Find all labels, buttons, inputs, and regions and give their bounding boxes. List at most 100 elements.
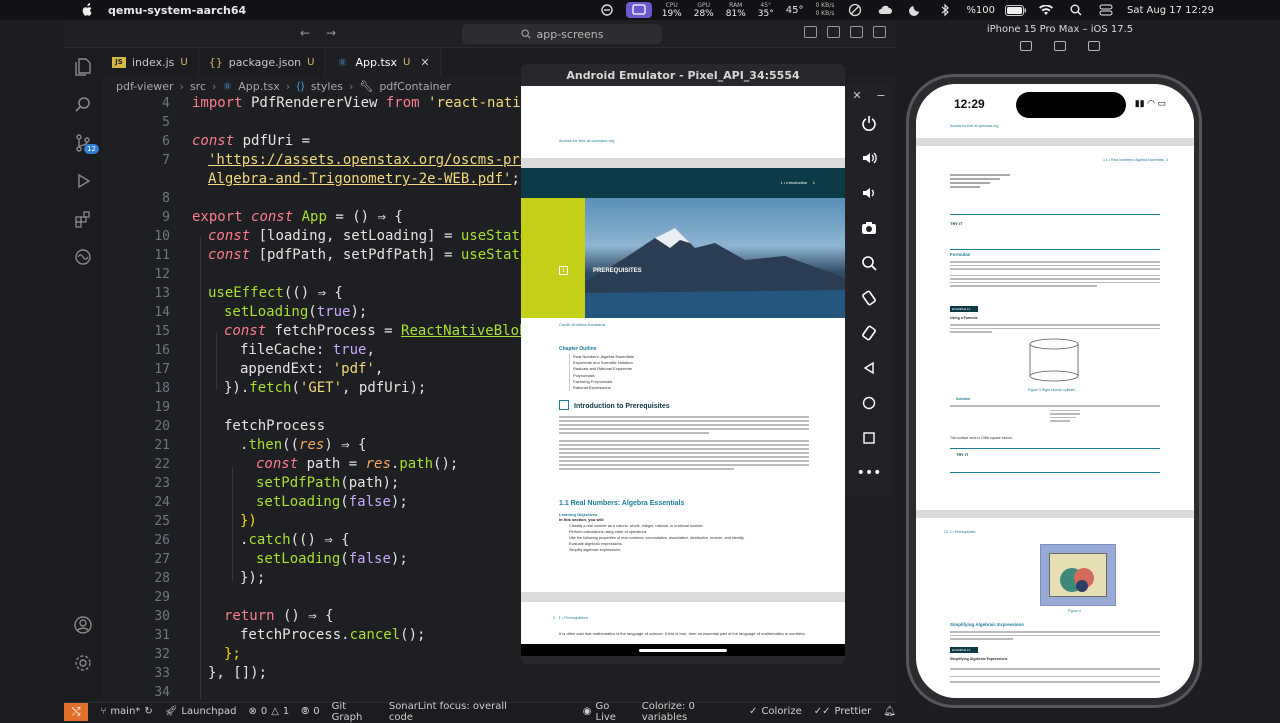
tab-app-tsx[interactable]: ⚛ App.tsx U ✕ xyxy=(325,48,441,76)
sync-icon[interactable] xyxy=(596,2,618,18)
overview-icon[interactable] xyxy=(845,420,893,455)
check-icon: ✓ xyxy=(749,706,758,717)
iphone-screen[interactable]: 12:29 ▮▮ ◠ ▭ Access for free at openstax… xyxy=(916,84,1194,698)
ports-indicator[interactable]: ⦾ 0 xyxy=(301,706,319,717)
tab-label: index.js xyxy=(132,55,175,69)
forward-arrow-icon[interactable]: → xyxy=(326,26,336,40)
tab-package-json[interactable]: {} package.json U xyxy=(199,48,326,76)
close-icon[interactable]: ✕ xyxy=(420,56,429,69)
customize-layout-icon[interactable] xyxy=(873,26,886,38)
wifi-icon[interactable] xyxy=(1035,2,1057,18)
menubar-clock[interactable]: Sat Aug 17 12:29 xyxy=(1127,5,1214,16)
source-control-icon[interactable]: 12 xyxy=(64,124,102,162)
rotate-icon[interactable] xyxy=(1088,41,1100,51)
gesture-nav-bar[interactable] xyxy=(639,649,727,652)
launchpad[interactable]: 🚀︎ Launchpad xyxy=(165,706,237,717)
simplify-title: Simplifying Algebraic Expressions xyxy=(950,622,1024,627)
account-icon[interactable] xyxy=(64,606,102,644)
android-screen[interactable]: Access for free at openstax.org 1 • Intr… xyxy=(521,86,845,656)
bluetooth-icon[interactable] xyxy=(934,2,956,18)
home-icon[interactable] xyxy=(845,385,893,420)
intro-title: Introduction to Prerequisites xyxy=(574,403,670,410)
prettier-status[interactable]: ✓✓ Prettier xyxy=(814,706,872,717)
rocket-icon: 🚀︎ xyxy=(164,706,178,717)
timer-icon[interactable] xyxy=(844,2,866,18)
section-title: 1.1 Real Numbers: Algebra Essentials xyxy=(559,500,685,507)
menubar: qemu-system-aarch64 CPU 19% GPU 28% RAM 81%… xyxy=(0,0,1280,20)
screen-record-icon[interactable] xyxy=(625,2,652,18)
outline-item[interactable]: Radicals and Rational Exponents xyxy=(573,366,634,372)
ssd-temp-stat: 45° 35° xyxy=(757,2,774,19)
zoom-icon[interactable] xyxy=(845,245,893,280)
breadcrumb-item[interactable]: pdf-viewer xyxy=(116,80,174,93)
search-icon[interactable] xyxy=(1065,2,1087,18)
back-icon[interactable] xyxy=(845,350,893,385)
volume-down-icon[interactable] xyxy=(845,175,893,210)
sonarlint-status[interactable]: SonarLint focus: overall code xyxy=(389,701,525,723)
run-debug-icon[interactable] xyxy=(64,162,102,200)
colorize-toggle[interactable]: ✓ Colorize xyxy=(749,706,802,717)
rotate-right-icon[interactable] xyxy=(845,315,893,350)
control-center-icon[interactable] xyxy=(1095,2,1117,18)
figure-4-artwork xyxy=(1040,544,1116,606)
activity-bar: 12 xyxy=(64,48,102,700)
colorize-variables[interactable]: Colorize: 0 variables xyxy=(642,701,737,723)
problems-indicator[interactable]: ⊗ 0 △ 1 xyxy=(248,706,289,717)
close-icon[interactable]: ✕ xyxy=(852,89,861,105)
section-icon xyxy=(559,400,569,410)
breadcrumb-item[interactable]: pdfContainer xyxy=(379,80,451,93)
simplify-exercises xyxy=(950,666,1160,685)
search-icon[interactable] xyxy=(64,86,102,124)
git-branch[interactable]: ⑂ main* ↻ xyxy=(100,706,152,717)
explorer-icon[interactable] xyxy=(64,48,102,86)
breadcrumb: pdf-viewer › src › ⚛ App.tsx › ⟨⟩ styles › 🔧︎ p… xyxy=(116,79,451,93)
formulas-title: Formulas xyxy=(950,252,971,257)
toggle-secondary-sidebar-icon[interactable] xyxy=(850,26,863,38)
minimize-icon[interactable]: − xyxy=(876,89,885,105)
camera-icon[interactable] xyxy=(845,210,893,245)
toggle-sidebar-icon[interactable] xyxy=(804,26,817,38)
command-center-search[interactable]: app-screens xyxy=(462,24,662,44)
tab-index-js[interactable]: JS index.js U xyxy=(102,48,199,76)
broadcast-icon: ◉ xyxy=(582,706,592,717)
volume-up-icon[interactable] xyxy=(845,140,893,175)
screenshot-icon[interactable] xyxy=(1054,41,1066,51)
battery-icon[interactable] xyxy=(1004,2,1027,18)
settings-gear-icon[interactable] xyxy=(64,644,102,682)
back-arrow-icon[interactable]: ← xyxy=(300,26,310,40)
toggle-panel-icon[interactable] xyxy=(827,26,840,38)
figure-3-caption: Figure 3 Right circular cylinder xyxy=(1028,388,1076,392)
typescript-react-file-icon: ⚛ xyxy=(337,55,348,69)
breadcrumb-item[interactable]: styles xyxy=(311,80,343,93)
notifications-bell-icon[interactable]: 🔔︎ xyxy=(883,706,896,717)
focus-icon[interactable] xyxy=(904,2,926,18)
breadcrumb-item[interactable]: App.tsx xyxy=(238,80,280,93)
remote-indicator-icon[interactable]: ⤭ xyxy=(64,702,89,721)
active-app-name[interactable]: qemu-system-aarch64 xyxy=(108,4,246,17)
cylinder-figure xyxy=(1029,338,1079,382)
go-live-button[interactable]: ◉ Go Live xyxy=(583,701,630,723)
power-button-icon[interactable] xyxy=(845,105,893,140)
ram-stat: RAM 81% xyxy=(725,2,746,19)
untracked-badge: U xyxy=(403,56,411,68)
symbol-icon: ⟨⟩ xyxy=(296,79,305,93)
apple-menu-icon[interactable] xyxy=(80,3,94,17)
simulator-title: iPhone 15 Pro Max – iOS 17.5 xyxy=(986,24,1134,35)
cloud-icon[interactable] xyxy=(874,2,896,18)
outline-item[interactable]: Rational Expressions xyxy=(573,385,634,391)
simplify-text xyxy=(950,629,1160,642)
more-options-icon[interactable]: ••• xyxy=(845,455,893,490)
solution-label: Solution xyxy=(956,397,970,401)
git-graph[interactable]: Git Graph xyxy=(332,701,377,723)
network-stat: 0 KB/s 0 KB/s xyxy=(815,2,835,17)
breadcrumb-item[interactable]: src xyxy=(190,80,206,93)
surface-area-result: The surface area is 198π square inches. xyxy=(950,436,1013,440)
antenna-icon: ⦾ xyxy=(301,706,310,717)
remote-explorer-icon[interactable] xyxy=(64,238,102,276)
home-button-icon[interactable] xyxy=(1020,41,1032,51)
page-section-ref: 1.1 • Real Numbers: Algebra Essentials 3 xyxy=(1102,158,1168,162)
extensions-icon[interactable] xyxy=(64,200,102,238)
battery-icon: ▭ xyxy=(1157,98,1166,108)
rotate-left-icon[interactable] xyxy=(845,280,893,315)
hero-image xyxy=(585,198,845,318)
